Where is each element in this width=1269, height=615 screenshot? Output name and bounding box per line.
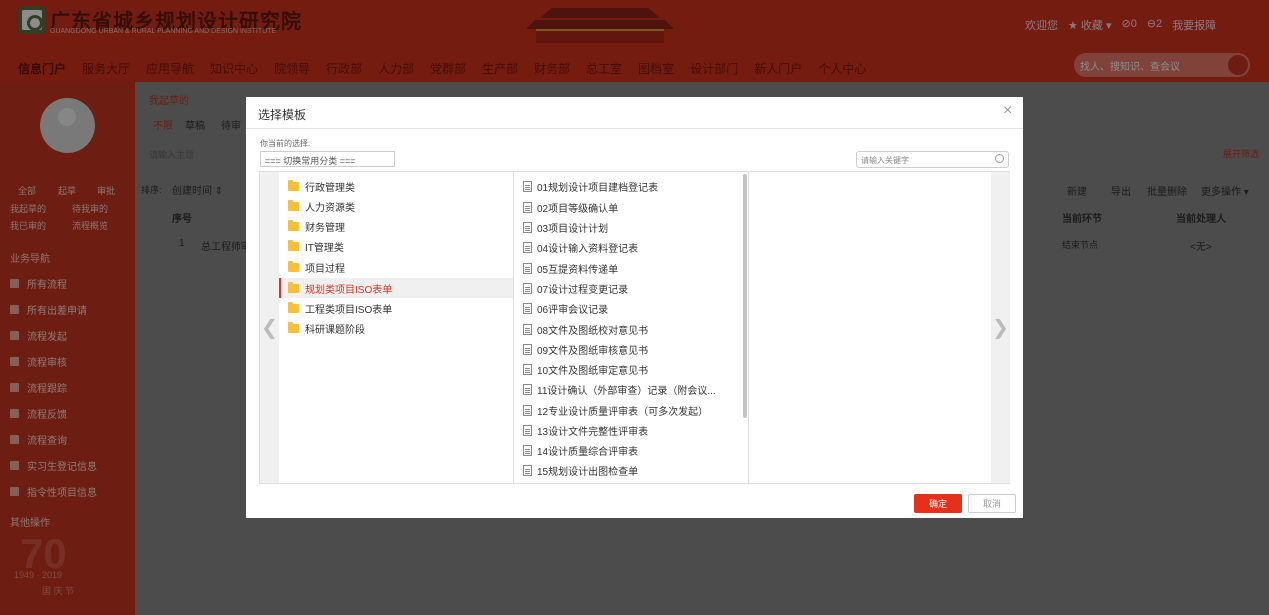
document-icon	[523, 262, 532, 274]
document-icon	[523, 180, 532, 192]
document-icon	[523, 424, 532, 436]
template-item[interactable]: 14设计质量综合评审表	[514, 440, 739, 460]
document-icon	[523, 221, 532, 233]
divider	[246, 128, 1023, 129]
document-icon	[523, 343, 532, 355]
document-icon	[523, 282, 532, 294]
folder-list: 行政管理类 人力资源类 财务管理 IT管理类 项目过程 规划类项目ISO表单 工…	[279, 172, 514, 483]
dialog-title: 选择模板	[258, 108, 307, 122]
template-item[interactable]: 11设计确认（外部审查）记录（附会议...	[514, 379, 739, 399]
template-browser: ❮ 行政管理类 人力资源类 财务管理 IT管理类 项目过程 规划类项目ISO表单…	[259, 171, 1010, 484]
close-icon[interactable]: ×	[1003, 103, 1015, 119]
document-icon	[523, 464, 532, 476]
template-item[interactable]: 10文件及图纸审定意见书	[514, 359, 739, 379]
category-switch-select[interactable]: === 切换常用分类 ===	[260, 151, 395, 167]
folder-icon	[288, 260, 299, 272]
document-icon	[523, 363, 532, 375]
folder-item[interactable]: 财务管理	[279, 216, 513, 236]
folder-icon	[288, 239, 299, 251]
chevron-left-icon[interactable]: ❮	[260, 172, 279, 483]
folder-icon	[288, 281, 299, 293]
folder-icon	[288, 219, 299, 231]
template-item[interactable]: 05互提资料传递单	[514, 258, 739, 278]
template-item[interactable]: 13设计文件完整性评审表	[514, 420, 739, 440]
template-item[interactable]: 04设计输入资料登记表	[514, 237, 739, 257]
folder-icon	[288, 321, 299, 333]
folder-icon	[288, 179, 299, 191]
scrollbar[interactable]	[743, 174, 747, 418]
search-icon[interactable]	[995, 154, 1004, 163]
selected-templates-panel	[749, 172, 991, 483]
folder-icon	[288, 199, 299, 211]
template-item[interactable]: 06评审会议记录	[514, 298, 739, 318]
template-item[interactable]: 12专业设计质量评审表（可多次发起）	[514, 400, 739, 420]
folder-icon	[288, 301, 299, 313]
template-item[interactable]: 01规划设计项目建档登记表	[514, 176, 739, 196]
document-icon	[523, 404, 532, 416]
folder-item[interactable]: 人力资源类	[279, 196, 513, 216]
folder-item[interactable]: IT管理类	[279, 236, 513, 256]
document-icon	[523, 383, 532, 395]
select-template-dialog: 选择模板 × 你当前的选择: === 切换常用分类 === 请输入关键字 ❮ 行…	[246, 97, 1023, 518]
document-icon	[523, 241, 532, 253]
folder-item[interactable]: 行政管理类	[279, 176, 513, 196]
template-item[interactable]: 08文件及图纸校对意见书	[514, 319, 739, 339]
cancel-button[interactable]: 取消	[968, 494, 1016, 513]
keyword-search-input[interactable]: 请输入关键字	[856, 151, 1009, 168]
current-selection-label: 你当前的选择:	[260, 139, 311, 148]
template-file-list: 01规划设计项目建档登记表 02项目等级确认单 03项目设计计划 04设计输入资…	[514, 172, 749, 483]
document-icon	[523, 323, 532, 335]
template-item[interactable]: 03项目设计计划	[514, 217, 739, 237]
document-icon	[523, 302, 532, 314]
template-item[interactable]: 07设计过程变更记录	[514, 278, 739, 298]
confirm-button[interactable]: 确定	[914, 494, 962, 513]
template-item[interactable]: 09文件及图纸审核意见书	[514, 339, 739, 359]
folder-item[interactable]: 项目过程	[279, 257, 513, 277]
folder-item-selected[interactable]: 规划类项目ISO表单	[279, 278, 513, 298]
folder-item[interactable]: 工程类项目ISO表单	[279, 298, 513, 318]
template-item[interactable]: 15规划设计出图检查单	[514, 460, 739, 480]
chevron-right-icon[interactable]: ❯	[991, 172, 1010, 483]
document-icon	[523, 444, 532, 456]
template-item[interactable]: 02项目等级确认单	[514, 197, 739, 217]
folder-item[interactable]: 科研课题阶段	[279, 318, 513, 338]
document-icon	[523, 201, 532, 213]
